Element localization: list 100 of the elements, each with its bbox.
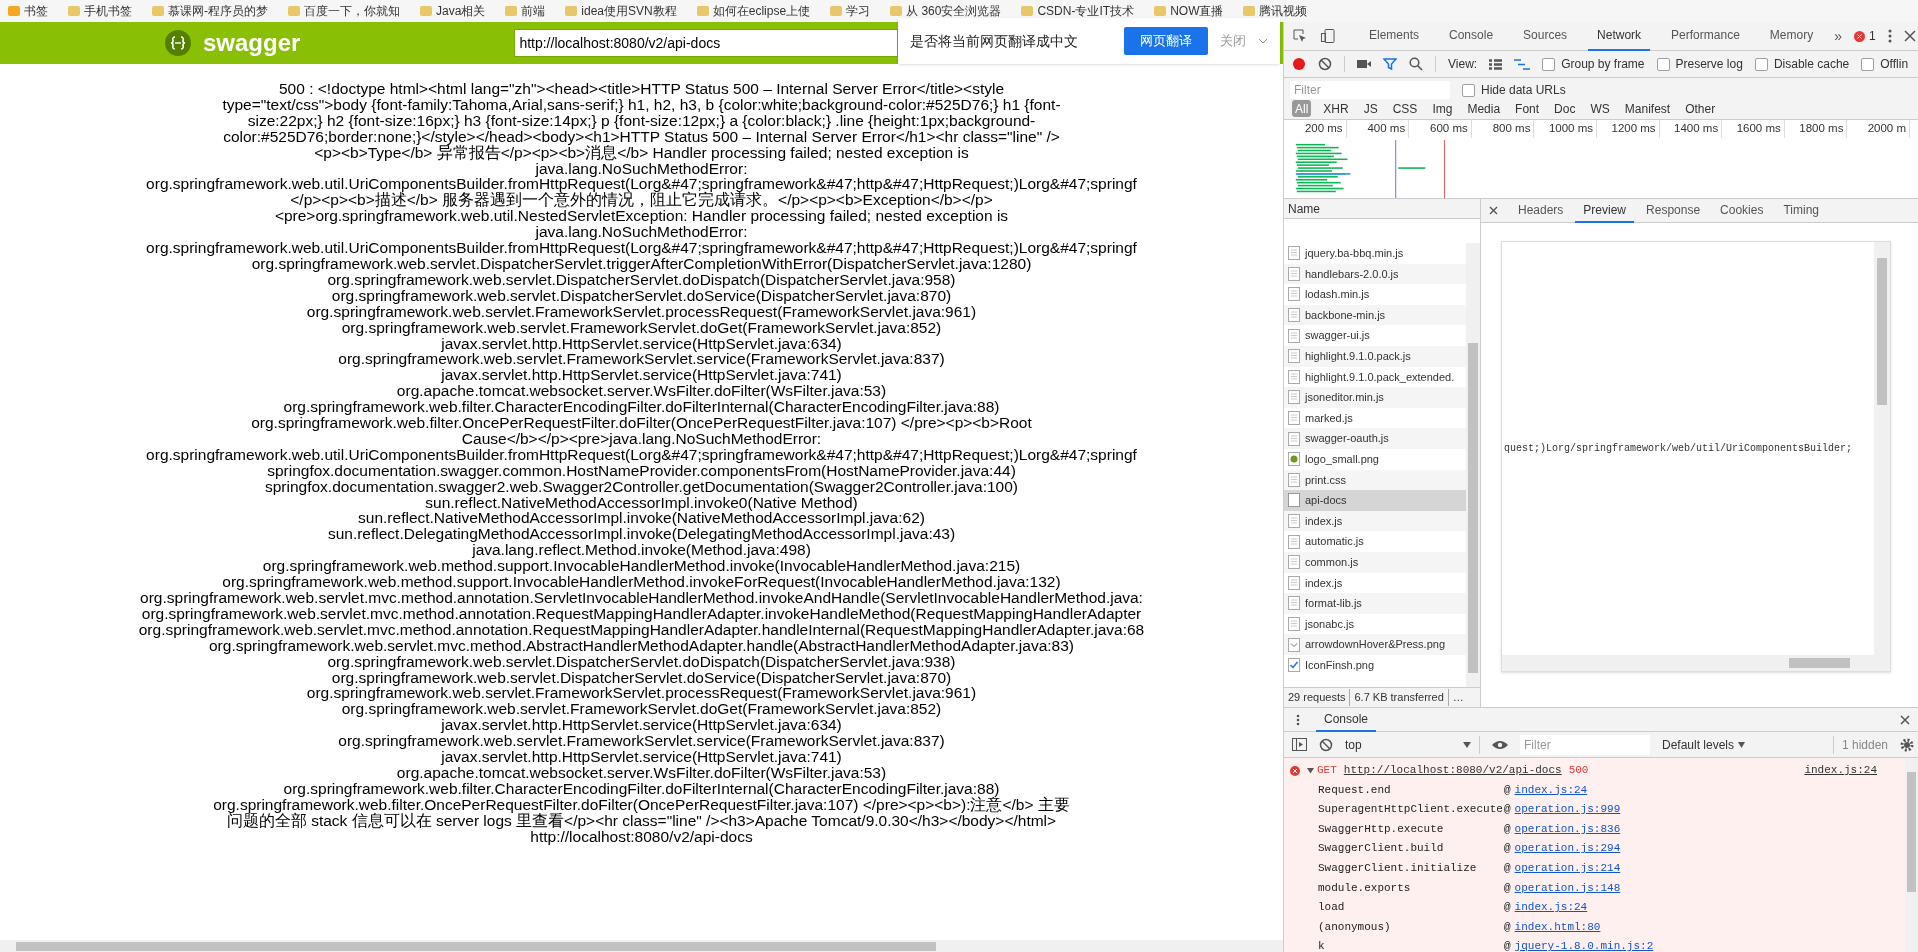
error-text-line: springfox.documentation.swagger2.web.Swagger2Controller.getDocumentation(Swagger2Controller.java:100) [264, 478, 1018, 495]
error-text-line: org.springframework.web.util.UriComponentsBuilder.fromHttpRequest(Lorg&#47;springframework&#47;http&#47;HttpRequest;)Lorg&#47;springf [146, 446, 1137, 463]
filter-icon [1383, 57, 1397, 71]
error-text-line: javax.servlet.http.HttpServlet.service(HttpServlet.java:634) [441, 717, 842, 734]
type-filter[interactable]: Media [1464, 100, 1504, 117]
vertical-scrollbar[interactable] [1905, 758, 1918, 952]
document-icon [1288, 246, 1300, 261]
bookmark[interactable]: 手机书签 [68, 2, 132, 20]
horizontal-scrollbar[interactable] [0, 940, 1283, 952]
type-filter[interactable]: JS [1360, 100, 1381, 117]
expand-caret-icon[interactable] [1307, 767, 1314, 774]
request-row[interactable]: swagger-oauth.js [1284, 428, 1466, 449]
devtools-tab[interactable]: Network [1588, 22, 1651, 51]
stack-link[interactable]: operation.js:214 [1514, 859, 1621, 877]
tick-label: 800 ms [1471, 120, 1535, 138]
bookmark[interactable]: CSDN-专业IT技术 [1021, 2, 1135, 20]
checkbox[interactable] [1754, 57, 1768, 71]
request-row[interactable]: arrowdownHover&Press.png [1284, 634, 1466, 655]
devtools-tab[interactable]: Console [1440, 22, 1503, 51]
source-link[interactable]: index.js:24 [1804, 762, 1877, 779]
type-filter[interactable]: WS [1587, 100, 1613, 117]
stack-function: module.exports [1318, 880, 1412, 896]
error-text-line: org.springframework.web.servlet.FrameworkServlet.doGet(FrameworkServlet.java:852) [341, 319, 942, 336]
bookmark[interactable]: 如何在eclipse上使 [696, 2, 811, 20]
error-text-line: org.apache.tomcat.websocket.server.WsFilter.doFilter(WsFilter.java:53) [396, 383, 887, 400]
stack-link[interactable]: operation.js:836 [1514, 820, 1621, 838]
bookmark[interactable]: Java相关 [420, 2, 486, 20]
stack-function: SwaggerClient.build [1318, 841, 1445, 857]
inspect-icon [1292, 28, 1308, 44]
more-tabs[interactable]: » [1834, 25, 1842, 47]
at-sign: @ [1504, 841, 1511, 857]
bookmark[interactable]: 慕课网-程序员的梦 [152, 2, 268, 20]
detail-tab[interactable]: Headers [1510, 198, 1572, 223]
request-row[interactable]: print.css [1284, 469, 1466, 491]
bookmark[interactable]: 百度一下，你就知 [288, 2, 400, 20]
request-row[interactable]: common.js [1284, 551, 1466, 573]
context-select[interactable]: top [1345, 735, 1480, 754]
stack-link[interactable]: operation.js:148 [1514, 879, 1621, 896]
settings-icon [1900, 737, 1914, 752]
error-text-line: javax.servlet.http.HttpServlet.service(HttpServlet.java:741) [441, 367, 842, 384]
request-url[interactable]: http://localhost:8080/v2/api-docs [1343, 762, 1562, 779]
stack-function: load [1318, 900, 1346, 916]
devtools-tab[interactable]: Sources [1514, 22, 1577, 51]
stack-link[interactable]: jquery-1.8.0.min.js:2 [1514, 938, 1654, 952]
tick-label: 400 ms [1346, 120, 1410, 138]
type-filter[interactable]: CSS [1389, 100, 1421, 117]
error-text-line: color:#525D76;border:none;}</style></head><body><h1>HTTP Status 500 – Internal Server Error</h1><hr class="line" /> [223, 128, 1060, 145]
error-text-line: java.lang.NoSuchMethodError: [535, 160, 748, 177]
checkbox[interactable] [1542, 57, 1556, 71]
request-row[interactable]: api-docs [1284, 490, 1466, 511]
document-icon [1288, 493, 1300, 508]
document-icon [1288, 328, 1300, 343]
bookmark[interactable]: 前端 [505, 2, 546, 20]
bookmark[interactable]: 学习 [830, 2, 871, 20]
bookmark[interactable]: 腾讯视频 [1243, 2, 1308, 20]
request-row[interactable]: jsoneditor.min.js [1284, 387, 1466, 408]
detail-tab[interactable]: Cookies [1712, 198, 1772, 223]
detail-tab[interactable]: Preview [1575, 198, 1635, 223]
type-filter[interactable]: Manifest [1621, 100, 1674, 117]
detail-tab[interactable]: Timing [1775, 198, 1827, 223]
stack-link[interactable]: index.js:24 [1514, 899, 1588, 916]
bookmark[interactable]: 从 360安全浏览器 [890, 2, 1002, 20]
type-filter[interactable]: Doc [1551, 100, 1579, 117]
vertical-scrollbar[interactable] [1874, 242, 1890, 655]
checkbox[interactable] [1462, 83, 1475, 97]
error-text-line: org.springframework.web.util.UriComponentsBuilder.fromHttpRequest(Lorg&#47;springframework&#47;http&#47;HttpRequest;)Lorg&#47;springf [146, 240, 1137, 256]
stack-link[interactable]: index.html:80 [1514, 918, 1601, 936]
levels-dropdown[interactable]: Default levels [1662, 735, 1746, 754]
devtools-tab[interactable]: Elements [1360, 22, 1429, 51]
error-count[interactable]: 1 [1868, 27, 1876, 45]
request-row[interactable]: highlight.9.1.0.pack.js [1284, 345, 1466, 367]
stack-link[interactable]: operation.js:999 [1514, 801, 1621, 818]
bookmark[interactable]: NOW直播 [1154, 2, 1224, 20]
type-filter[interactable]: Other [1682, 100, 1719, 117]
detail-tab[interactable]: Response [1638, 198, 1709, 223]
type-filter[interactable]: XHR [1320, 100, 1352, 117]
error-text-line: org.springframework.web.method.support.InvocableHandlerMethod.invoke(InvocableHandlerMethod.java:215) [262, 558, 1021, 575]
bookmark[interactable]: idea使用SVN教程 [565, 2, 677, 20]
tick-label: 1200 ms [1597, 120, 1660, 138]
document-icon [1288, 617, 1300, 631]
stack-link[interactable]: operation.js:294 [1514, 840, 1621, 857]
devtools-tab[interactable]: Performance [1662, 22, 1749, 51]
request-row[interactable]: format-lib.js [1284, 593, 1466, 614]
chevron-icon [1288, 637, 1300, 652]
bookmark[interactable]: 书签 [8, 2, 48, 20]
url-field[interactable]: http://localhost:8080/v2/api-docs [514, 29, 899, 57]
stack-link[interactable]: index.js:24 [1514, 781, 1588, 799]
console-tab[interactable]: Console [1316, 707, 1377, 732]
translate-button[interactable]: 网页翻译 [1124, 27, 1209, 55]
type-filter[interactable]: Img [1429, 100, 1456, 117]
vertical-scrollbar[interactable] [1466, 243, 1480, 687]
horizontal-scrollbar[interactable] [1502, 655, 1890, 671]
checkbox[interactable] [1656, 57, 1670, 71]
checkbox[interactable] [1861, 57, 1875, 71]
type-filter[interactable]: Font [1512, 100, 1543, 117]
devtools-tab[interactable]: Memory [1760, 22, 1823, 51]
request-row[interactable]: backbone-min.js [1284, 304, 1466, 326]
request-row[interactable]: handlebars-2.0.0.js [1284, 263, 1466, 285]
request-row[interactable]: index.js [1284, 510, 1466, 532]
tick-label: 1000 ms [1534, 120, 1597, 138]
